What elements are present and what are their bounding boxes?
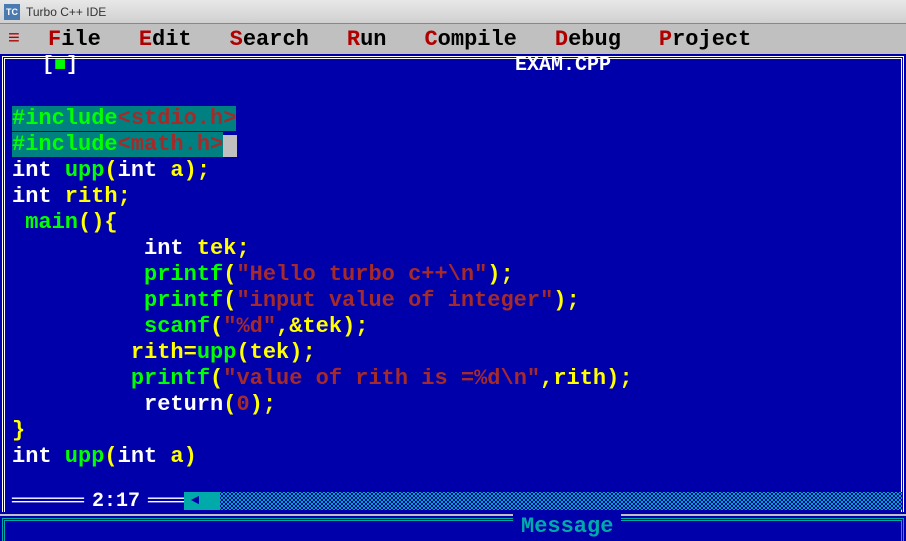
code-editor[interactable]: #include<stdio.h> #include<math.h> int u… — [12, 80, 633, 470]
app-icon: TC — [4, 4, 20, 20]
cursor-position: 2:17 — [92, 490, 140, 513]
editor-filename: EXAM.CPP — [503, 54, 623, 77]
menu-file[interactable]: File — [48, 27, 101, 52]
status-line: ══════ 2:17 ═══ ◄ — [0, 490, 906, 512]
window-titlebar: TC Turbo C++ IDE — [0, 0, 906, 24]
message-panel: Message — [0, 514, 906, 541]
menu-edit[interactable]: Edit — [139, 27, 192, 52]
window-title: Turbo C++ IDE — [26, 5, 106, 19]
menu-debug[interactable]: Debug — [555, 27, 621, 52]
editor-titlebar: [■] EXAM.CPP — [0, 56, 906, 74]
border-segment: ═══ — [148, 490, 184, 513]
scroll-left-icon[interactable]: ◄ — [184, 492, 206, 510]
message-panel-title: Message — [513, 514, 621, 539]
menu-compile[interactable]: Compile — [424, 27, 516, 52]
scroll-thumb[interactable] — [206, 492, 220, 510]
border-segment: ══════ — [0, 490, 84, 513]
menu-search[interactable]: Search — [230, 27, 309, 52]
close-box-icon[interactable]: [■] — [42, 54, 78, 77]
message-border — [2, 518, 904, 541]
horizontal-scrollbar[interactable]: ◄ — [184, 492, 902, 510]
text-cursor — [223, 135, 237, 157]
editor-window: [■] EXAM.CPP #include<stdio.h> #include<… — [0, 54, 906, 514]
menu-run[interactable]: Run — [347, 27, 387, 52]
system-menu-icon[interactable]: ≡ — [8, 28, 20, 51]
menu-project[interactable]: Project — [659, 27, 751, 52]
menubar: ≡ File Edit Search Run Compile Debug Pro… — [0, 24, 906, 54]
